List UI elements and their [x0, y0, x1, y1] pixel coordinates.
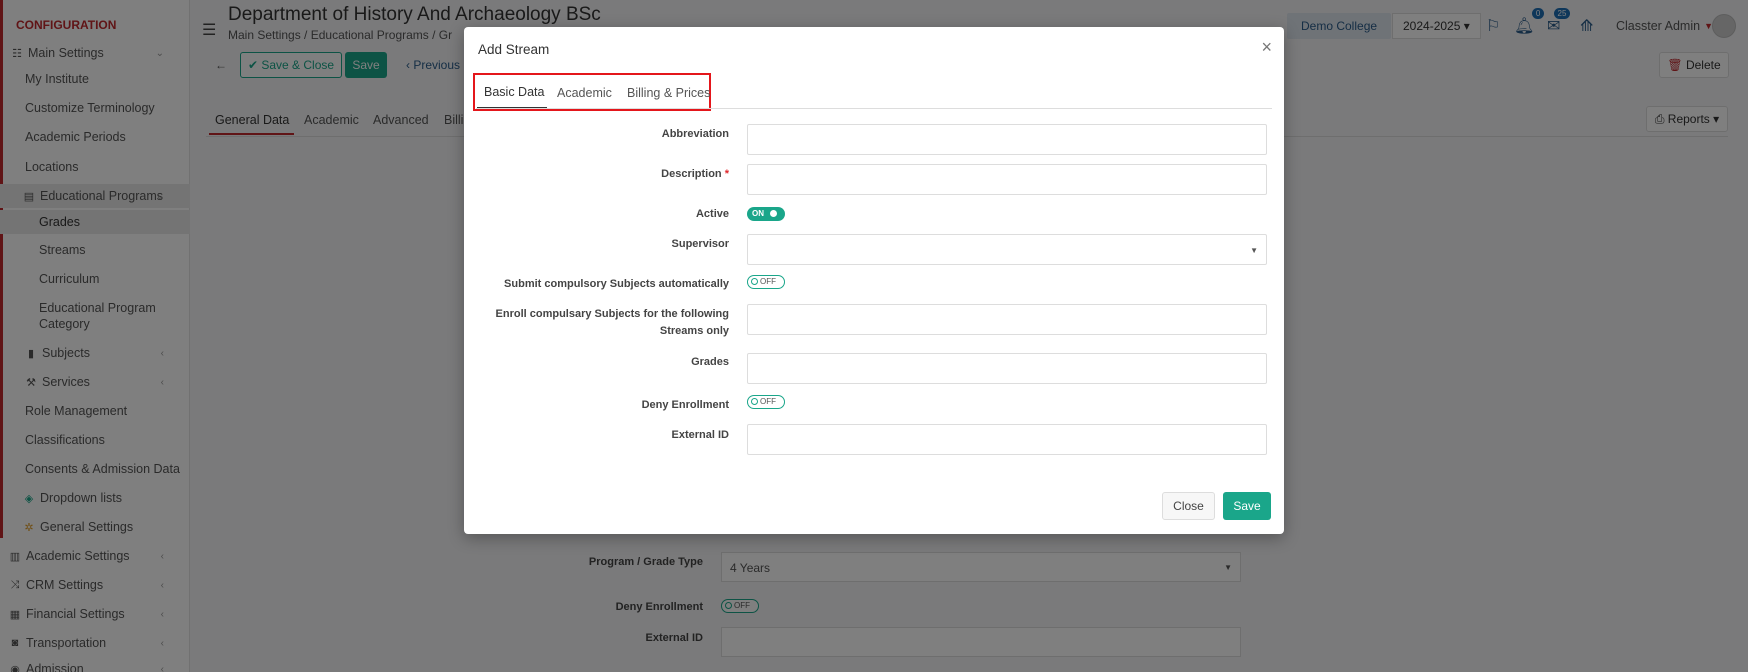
- description-label: Description *: [479, 166, 729, 183]
- abbreviation-label: Abbreviation: [661, 128, 729, 140]
- toggle-text: ON: [752, 209, 764, 218]
- submit-compulsory-toggle[interactable]: OFF: [747, 274, 785, 289]
- add-stream-modal: Add Stream × Basic Data Academic Billing…: [464, 27, 1284, 534]
- modal-title: Add Stream: [478, 42, 550, 57]
- enroll-compulsory-label: Enroll compulsary Subjects for the follo…: [429, 306, 729, 340]
- external-id-input[interactable]: [747, 424, 1267, 455]
- tab-basic-data[interactable]: Basic Data: [484, 85, 544, 99]
- supervisor-select[interactable]: ▼: [747, 234, 1267, 265]
- active-toggle[interactable]: ON: [747, 205, 785, 221]
- enroll-compulsory-input[interactable]: [747, 304, 1267, 335]
- active-label: Active: [695, 208, 729, 220]
- deny-enrollment-toggle[interactable]: OFF: [747, 394, 785, 409]
- description-label-text: Description: [661, 168, 722, 180]
- tab-academic[interactable]: Academic: [557, 86, 612, 100]
- description-input[interactable]: [747, 164, 1267, 195]
- grades-input[interactable]: [747, 353, 1267, 384]
- close-button[interactable]: Close: [1162, 492, 1215, 520]
- tab-billing-prices[interactable]: Billing & Prices: [627, 86, 710, 100]
- close-icon[interactable]: ×: [1261, 37, 1272, 58]
- external-id-label: External ID: [671, 429, 729, 441]
- submit-compulsory-label: Submit compulsory Subjects automatically: [504, 278, 729, 290]
- grades-label: Grades: [691, 356, 729, 368]
- toggle-text: OFF: [760, 277, 776, 286]
- required-marker: *: [724, 168, 729, 180]
- enroll-compulsory-line2: Streams only: [659, 325, 729, 337]
- abbreviation-input[interactable]: [747, 124, 1267, 155]
- caret-down-icon: ▼: [1250, 246, 1258, 255]
- save-button[interactable]: Save: [1223, 492, 1271, 520]
- enroll-compulsory-line1: Enroll compulsary Subjects for the follo…: [495, 308, 729, 320]
- toggle-text: OFF: [760, 397, 776, 406]
- tab-divider: [476, 108, 1272, 109]
- deny-enrollment-label: Deny Enrollment: [641, 399, 729, 411]
- supervisor-label: Supervisor: [671, 238, 729, 250]
